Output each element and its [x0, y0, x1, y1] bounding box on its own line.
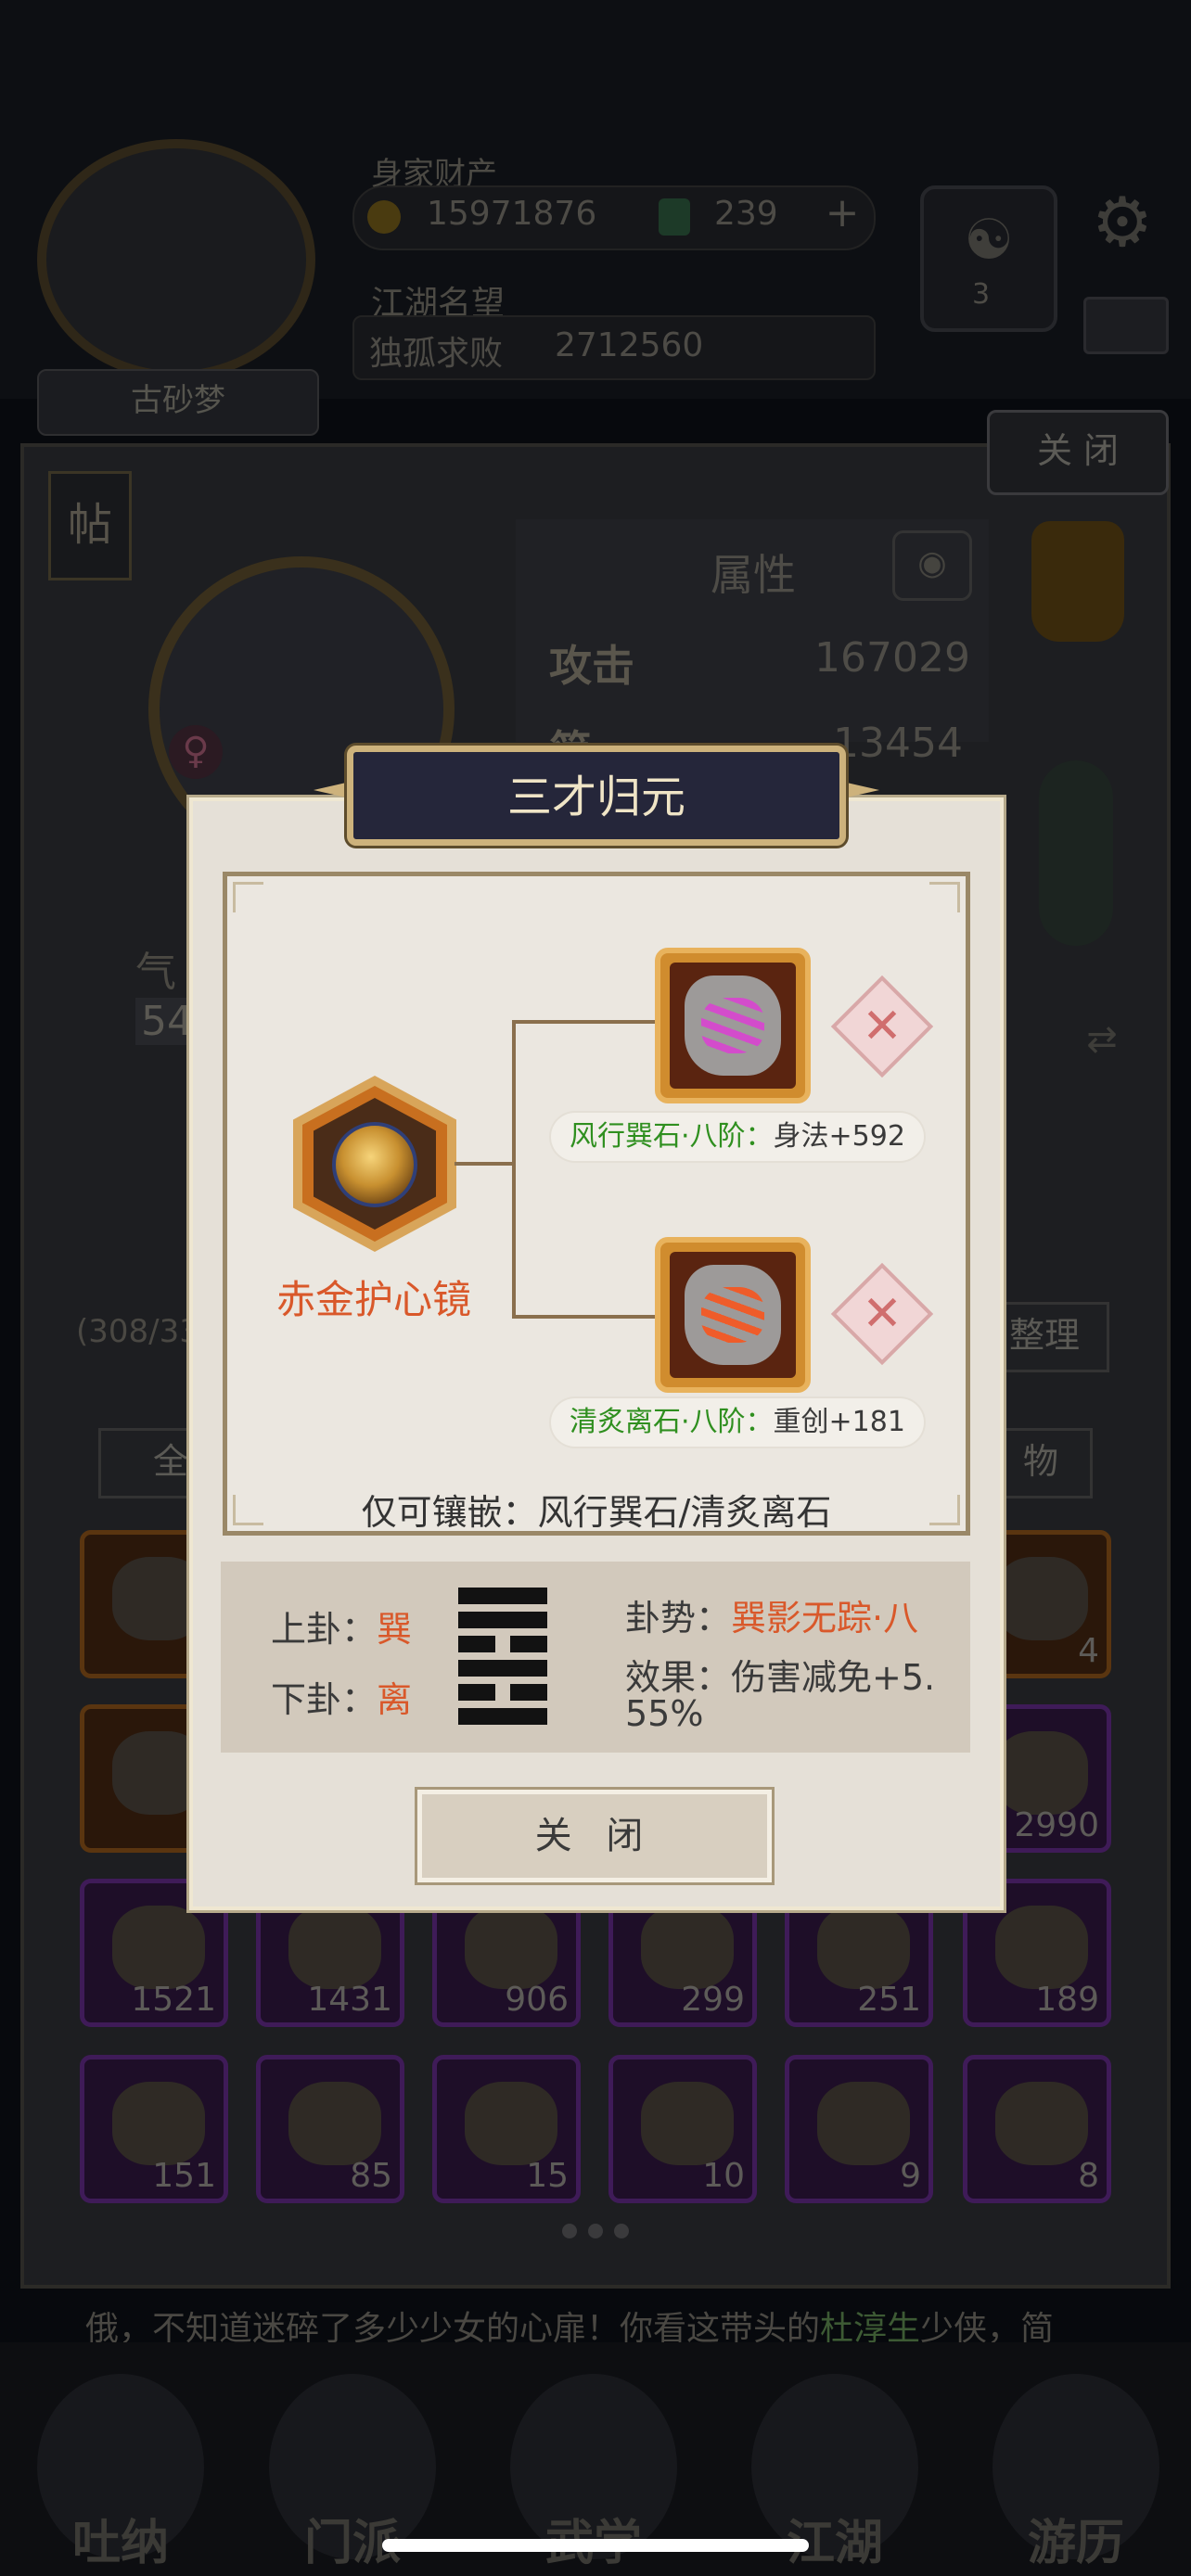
lower-trigram-label: 下卦：	[271, 1679, 378, 1720]
attack-label: 攻击	[549, 641, 634, 691]
item-count: 9	[900, 2157, 921, 2195]
close-icon[interactable]: ✕	[846, 1278, 918, 1350]
item-count: 906	[505, 1981, 569, 2019]
hexagram-icon	[458, 1588, 547, 1727]
link-icon[interactable]: ⇄	[1076, 1018, 1128, 1070]
item-icon	[288, 2082, 381, 2165]
gem1-name: 风行巽石·八阶：	[570, 1120, 774, 1153]
connector-line	[512, 1020, 516, 1319]
item-icon	[112, 2082, 205, 2165]
socket-restriction: 仅可镶嵌：风行巽石/清炙离石	[361, 1492, 832, 1533]
effect-value-cont: 55%	[625, 1693, 704, 1734]
item-count: 1521	[131, 1981, 216, 2019]
tie-button[interactable]: 帖	[48, 471, 132, 580]
item-icon	[465, 1906, 557, 1989]
gem2-stat: 重创+181	[773, 1406, 905, 1438]
effect-label: 效果：	[625, 1657, 732, 1698]
inventory-slot[interactable]: 85	[256, 2055, 404, 2203]
item-count: 2990	[1014, 1806, 1099, 1844]
item-icon	[995, 1557, 1088, 1640]
item-icon	[112, 1906, 205, 1989]
item-icon	[995, 2082, 1088, 2165]
effect-value: 伤害减免+5.	[731, 1657, 936, 1698]
equipment-name: 赤金护心镜	[275, 1277, 471, 1322]
gem-slot-xun[interactable]	[655, 948, 811, 1103]
nav-label-tuna: 吐纳	[71, 2516, 169, 2571]
add-currency-button[interactable]: +	[816, 189, 868, 241]
home-indicator[interactable]	[382, 2539, 809, 2552]
bag-count: (308/33	[76, 1313, 199, 1350]
item-count: 4	[1078, 1632, 1099, 1670]
yinyang-level: 3	[972, 278, 991, 311]
item-count: 8	[1078, 2157, 1099, 2195]
trend-label: 卦势：	[625, 1598, 732, 1639]
item-icon	[995, 1731, 1088, 1815]
connector-line	[455, 1162, 514, 1166]
gem1-tag: 风行巽石·八阶：身法+592	[551, 1113, 924, 1161]
attribute-title: 属性	[711, 550, 796, 600]
connector-line	[512, 1020, 660, 1024]
item-icon	[641, 2082, 734, 2165]
coin-icon	[367, 200, 401, 234]
fame-title: 独孤求败	[369, 335, 504, 373]
item-count: 251	[857, 1981, 921, 2019]
money-value: 15971876	[427, 195, 597, 233]
modal-close-button[interactable]: 关 闭	[415, 1787, 775, 1885]
item-count: 10	[702, 2157, 745, 2195]
item-icon	[641, 1906, 734, 1989]
item-count: 189	[1035, 1981, 1099, 2019]
item-count: 85	[350, 2157, 392, 2195]
item-icon	[288, 1906, 381, 1989]
gear-icon[interactable]: ⚙	[1085, 185, 1159, 260]
feather-icon[interactable]	[1039, 760, 1113, 946]
gem-slot-li[interactable]	[655, 1237, 811, 1393]
defense-value: 13454	[833, 720, 963, 767]
gem1-stat: 身法+592	[773, 1120, 905, 1153]
close-icon[interactable]: ✕	[846, 990, 918, 1063]
item-count: 15	[526, 2157, 569, 2195]
upper-trigram-value: 巽	[377, 1609, 413, 1650]
inventory-slot[interactable]: 8	[963, 2055, 1111, 2203]
corner-ornament	[929, 882, 960, 912]
item-icon	[995, 1906, 1088, 1989]
emblem-icon[interactable]	[1031, 521, 1124, 642]
eye-icon[interactable]: ◉	[892, 530, 972, 601]
item-icon	[817, 2082, 910, 2165]
item-count: 1431	[307, 1981, 392, 2019]
item-icon	[465, 2082, 557, 2165]
upper-trigram-label: 上卦：	[271, 1609, 378, 1650]
filter-item-tab[interactable]: 物	[989, 1428, 1093, 1498]
page-indicator	[557, 2224, 640, 2242]
modal-title: 三才归元	[506, 772, 685, 823]
gem2-tag: 清炙离石·八阶：重创+181	[551, 1398, 924, 1447]
item-count: 299	[681, 1981, 745, 2019]
qi-label: 气	[135, 949, 176, 996]
gem2-name: 清炙离石·八阶：	[570, 1406, 774, 1438]
player-avatar[interactable]	[37, 139, 315, 380]
inventory-slot[interactable]: 10	[608, 2055, 757, 2203]
nav-label-travel: 游历	[1027, 2516, 1124, 2571]
panel-close-button[interactable]: 关 闭	[987, 410, 1169, 495]
attack-value: 167029	[814, 634, 970, 682]
equipment-slot[interactable]	[293, 1076, 456, 1252]
lower-trigram-value: 离	[377, 1679, 413, 1720]
connector-line	[512, 1315, 660, 1319]
mirror-icon	[332, 1122, 417, 1207]
player-name: 古砂梦	[37, 369, 319, 436]
inventory-slot[interactable]: 15	[432, 2055, 581, 2203]
jade-icon	[659, 198, 690, 236]
item-count: 151	[152, 2157, 216, 2195]
trend-value: 巽影无踪·八	[731, 1598, 919, 1639]
inventory-slot[interactable]: 151	[80, 2055, 228, 2203]
item-icon	[817, 1906, 910, 1989]
corner-ornament	[233, 882, 263, 912]
jade-value: 239	[714, 195, 778, 233]
fame-value: 2712560	[555, 326, 704, 364]
mail-icon[interactable]	[1083, 297, 1169, 354]
inventory-slot[interactable]: 9	[785, 2055, 933, 2203]
female-icon: ♀	[169, 725, 223, 779]
